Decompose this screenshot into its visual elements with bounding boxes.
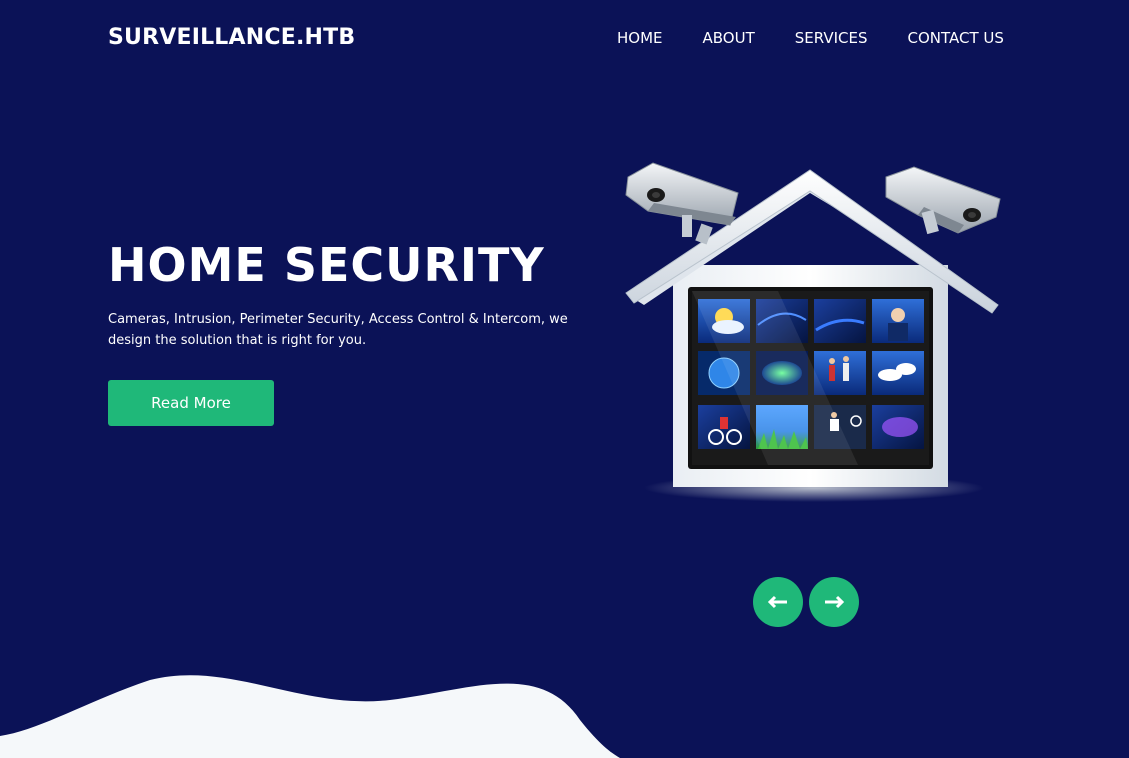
arrow-right-icon <box>825 595 845 609</box>
nav-contact-us[interactable]: CONTACT US <box>908 28 1004 48</box>
site-brand[interactable]: SURVEILLANCE.HTB <box>108 24 355 52</box>
right-camera-icon <box>885 166 1001 235</box>
hero-description: Cameras, Intrusion, Perimeter Security, … <box>108 312 568 348</box>
bottom-wave <box>0 675 620 758</box>
page: SURVEILLANCE.HTB HOME ABOUT SERVICES CON… <box>0 0 1129 758</box>
arrow-left-icon <box>767 595 787 609</box>
hero-title: HOME SECURITY <box>108 238 545 292</box>
carousel-next-button[interactable] <box>809 577 859 627</box>
main-nav: HOME ABOUT SERVICES CONTACT US <box>617 28 1004 48</box>
nav-home[interactable]: HOME <box>617 28 663 48</box>
carousel-prev-button[interactable] <box>753 577 803 627</box>
read-more-button[interactable]: Read More <box>108 380 274 426</box>
nav-about[interactable]: ABOUT <box>703 28 755 48</box>
house-surveillance-illustration <box>625 162 1001 502</box>
nav-services[interactable]: SERVICES <box>795 28 868 48</box>
